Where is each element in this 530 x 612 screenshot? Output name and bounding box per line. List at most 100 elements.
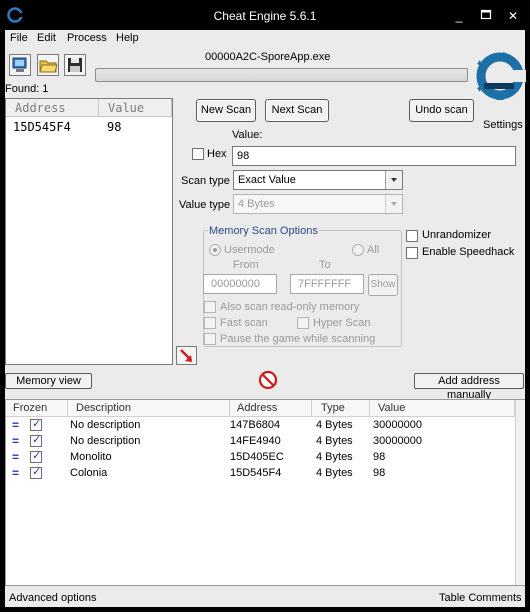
- save-button[interactable]: [64, 54, 86, 76]
- memory-scan-options-title: Memory Scan Options: [208, 225, 319, 237]
- row-type[interactable]: 4 Bytes: [316, 417, 353, 433]
- new-scan-button[interactable]: New Scan: [196, 99, 256, 122]
- row-type[interactable]: 4 Bytes: [316, 433, 353, 449]
- memory-view-button[interactable]: Memory view: [5, 373, 92, 389]
- active-checkbox[interactable]: [30, 417, 42, 431]
- table-header-frozen[interactable]: Frozen: [6, 400, 68, 417]
- process-name: 00000A2C-SporeApp.exe: [205, 51, 331, 63]
- stop-icon[interactable]: [258, 370, 278, 390]
- scan-type-label: Scan type: [181, 175, 230, 187]
- table-row[interactable]: = No description 147B6804 4 Bytes 300000…: [6, 417, 526, 433]
- fast-scan-checkbox[interactable]: [204, 317, 216, 329]
- to-address-input[interactable]: 7FFFFFFF: [290, 274, 364, 294]
- open-file-button[interactable]: [37, 54, 59, 76]
- add-to-list-button[interactable]: [176, 346, 197, 365]
- settings-link[interactable]: Settings: [483, 119, 523, 131]
- frozen-indicator-icon: =: [12, 450, 20, 464]
- fast-scan-label: Fast scan: [220, 317, 268, 329]
- readonly-checkbox[interactable]: [204, 301, 216, 313]
- row-description[interactable]: Colonia: [70, 465, 107, 481]
- select-process-button[interactable]: [9, 54, 31, 76]
- value-type-value: 4 Bytes: [238, 198, 275, 210]
- row-address[interactable]: 14FE4940: [230, 433, 281, 449]
- hex-checkbox[interactable]: [192, 148, 204, 160]
- row-description[interactable]: Monolito: [70, 449, 112, 465]
- status-bar: Advanced options Table Comments: [5, 590, 525, 607]
- row-address[interactable]: 15D545F4: [230, 465, 281, 481]
- to-label: To: [319, 259, 331, 271]
- computer-icon: [12, 57, 27, 72]
- table-header-type[interactable]: Type: [312, 400, 370, 417]
- value-input[interactable]: 98: [232, 146, 516, 166]
- close-button[interactable]: ✕: [505, 8, 521, 24]
- table-row[interactable]: = Colonia 15D545F4 4 Bytes 98: [6, 465, 526, 481]
- add-address-manually-button[interactable]: Add address manually: [414, 373, 524, 401]
- value-input-text: 98: [237, 150, 250, 162]
- row-value[interactable]: 30000000: [373, 417, 422, 433]
- results-col-value[interactable]: Value: [99, 99, 172, 117]
- frozen-indicator-icon: =: [12, 466, 20, 480]
- row-type[interactable]: 4 Bytes: [316, 465, 353, 481]
- row-address[interactable]: 147B6804: [230, 417, 280, 433]
- row-description[interactable]: No description: [70, 417, 140, 433]
- red-arrow-icon: [180, 349, 192, 362]
- table-row[interactable]: = Monolito 15D405EC 4 Bytes 98: [6, 449, 526, 465]
- speedhack-checkbox[interactable]: [406, 247, 418, 259]
- table-header-value[interactable]: Value: [370, 400, 515, 417]
- chevron-down-icon: [385, 171, 402, 189]
- hex-label: Hex: [207, 148, 227, 160]
- maximize-button[interactable]: [478, 8, 494, 24]
- scan-progress-bar: [95, 68, 468, 82]
- row-value[interactable]: 98: [373, 449, 385, 465]
- table-header-description[interactable]: Description: [68, 400, 230, 417]
- menu-help[interactable]: Help: [116, 32, 139, 44]
- menu-file[interactable]: File: [10, 32, 28, 44]
- active-checkbox[interactable]: [30, 465, 42, 479]
- undo-scan-button[interactable]: Undo scan: [409, 99, 474, 122]
- row-value[interactable]: 30000000: [373, 433, 422, 449]
- pause-game-label: Pause the game while scanning: [220, 333, 376, 345]
- unrandomizer-label: Unrandomizer: [422, 229, 492, 241]
- scan-type-select[interactable]: Exact Value: [233, 170, 403, 190]
- result-value[interactable]: 98: [107, 120, 121, 134]
- all-radio[interactable]: [352, 244, 364, 256]
- table-comments-link[interactable]: Table Comments: [439, 592, 522, 604]
- all-label: All: [367, 244, 380, 256]
- table-header-address[interactable]: Address: [230, 400, 312, 417]
- pause-game-checkbox[interactable]: [204, 333, 216, 345]
- results-col-address[interactable]: Address: [6, 99, 99, 117]
- main-window: File Edit Process Help 00000A2C-SporeApp…: [5, 30, 528, 607]
- row-value[interactable]: 98: [373, 465, 385, 481]
- usermode-radio[interactable]: [209, 244, 221, 256]
- folder-open-icon: [39, 60, 58, 73]
- menu-process[interactable]: Process: [67, 32, 107, 44]
- title-bar: Cheat Engine 5.6.1 _ ✕: [0, 0, 530, 30]
- row-address[interactable]: 15D405EC: [230, 449, 284, 465]
- value-label: Value:: [232, 129, 263, 141]
- row-type[interactable]: 4 Bytes: [316, 449, 353, 465]
- usermode-label: Usermode: [224, 244, 275, 256]
- table-row[interactable]: = No description 14FE4940 4 Bytes 300000…: [6, 433, 526, 449]
- value-type-select[interactable]: 4 Bytes: [233, 194, 403, 214]
- active-checkbox[interactable]: [30, 433, 42, 447]
- readonly-label: Also scan read-only memory: [220, 301, 360, 313]
- advanced-options-link[interactable]: Advanced options: [9, 592, 96, 604]
- menu-edit[interactable]: Edit: [37, 32, 56, 44]
- hyper-scan-label: Hyper Scan: [313, 317, 371, 329]
- next-scan-button[interactable]: Next Scan: [265, 99, 329, 122]
- address-table[interactable]: Frozen Description Address Type Value = …: [5, 399, 525, 586]
- active-checkbox[interactable]: [30, 449, 42, 463]
- from-address-input[interactable]: 00000000: [203, 274, 277, 294]
- hyper-scan-checkbox[interactable]: [297, 317, 309, 329]
- unrandomizer-checkbox[interactable]: [406, 230, 418, 242]
- cheat-engine-logo[interactable]: [474, 50, 528, 102]
- minimize-button[interactable]: _: [451, 8, 467, 24]
- frozen-indicator-icon: =: [12, 434, 20, 448]
- show-button[interactable]: Show: [368, 274, 398, 296]
- scan-results-list[interactable]: Address Value 15D545F4 98: [5, 98, 173, 365]
- scan-type-value: Exact Value: [238, 174, 296, 186]
- to-address-text: 7FFFFFFF: [298, 278, 352, 290]
- result-address[interactable]: 15D545F4: [13, 120, 71, 134]
- chevron-down-icon: [385, 195, 402, 213]
- row-description[interactable]: No description: [70, 433, 140, 449]
